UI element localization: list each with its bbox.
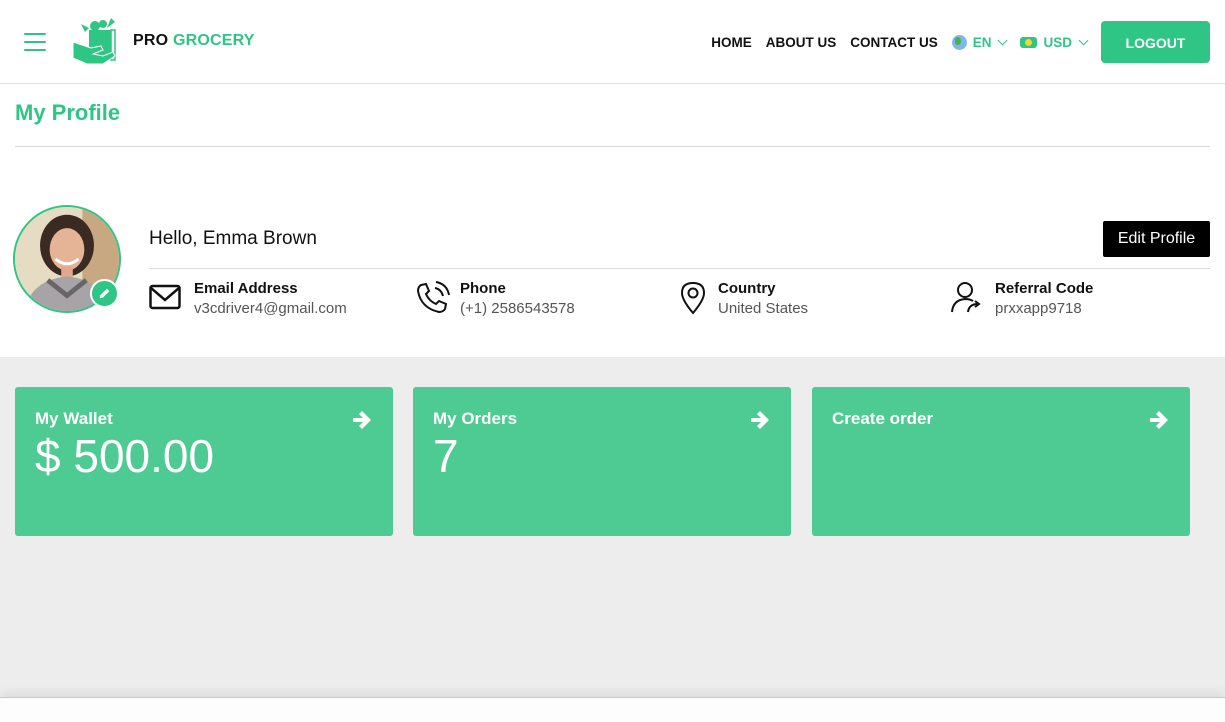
info-phone: Phone (+1) 2586543578 — [415, 280, 575, 320]
currency-value: USD — [1043, 34, 1072, 50]
create-order-card[interactable]: Create order — [812, 387, 1190, 536]
profile-greeting: Hello, Emma Brown — [149, 228, 317, 249]
location-pin-icon — [680, 281, 706, 315]
edit-profile-button[interactable]: Edit Profile — [1103, 221, 1210, 257]
header: PRO GROCERY HOME ABOUT US CONTACT US EN … — [0, 0, 1225, 84]
card-title: My Orders — [433, 409, 518, 428]
logo-text-grocery: GROCERY — [172, 32, 255, 49]
language-value: EN — [972, 34, 992, 50]
grocery-bag-hand-icon — [73, 18, 116, 65]
phone-icon — [416, 281, 450, 314]
logo[interactable]: PRO GROCERY — [73, 15, 255, 67]
wallet-card[interactable]: My Wallet $ 500.00 — [15, 387, 393, 536]
main-nav: HOME ABOUT US CONTACT US EN USD LOGOUT — [711, 0, 1225, 84]
cash-icon — [1020, 36, 1038, 48]
card-title: Create order — [832, 409, 934, 428]
nav-contact-us[interactable]: CONTACT US — [850, 35, 938, 50]
info-value: v3cdriver4@gmail.com — [194, 300, 347, 317]
globe-icon — [951, 34, 967, 50]
info-value: (+1) 2586543578 — [460, 300, 575, 317]
info-referral-code: Referral Code prxxapp9718 — [950, 280, 1093, 320]
arrow-right-icon[interactable] — [749, 409, 771, 431]
mail-icon — [149, 284, 181, 310]
hamburger-menu-icon[interactable] — [24, 33, 46, 51]
page-title: My Profile — [15, 100, 121, 125]
card-value: 7 — [433, 430, 459, 482]
info-email: Email Address v3cdriver4@gmail.com — [149, 280, 347, 320]
info-label: Country — [718, 280, 776, 297]
info-country: Country United States — [673, 280, 808, 320]
logout-button[interactable]: LOGOUT — [1101, 21, 1210, 63]
info-label: Email Address — [194, 280, 298, 297]
title-divider — [15, 146, 1210, 147]
card-value: $ 500.00 — [35, 430, 215, 482]
card-title: My Wallet — [35, 409, 113, 428]
orders-card[interactable]: My Orders 7 — [413, 387, 791, 536]
footer — [0, 697, 1225, 722]
info-value: United States — [718, 300, 809, 317]
info-value: prxxapp9718 — [995, 300, 1082, 317]
nav-about-us[interactable]: ABOUT US — [766, 35, 837, 50]
logo-text: PRO GROCERY — [133, 32, 255, 50]
logo-text-pro: PRO — [133, 32, 169, 49]
profile-divider — [149, 268, 1210, 269]
language-select[interactable]: EN — [951, 34, 1008, 50]
info-label: Referral Code — [995, 280, 1094, 297]
edit-avatar-button[interactable] — [90, 279, 119, 308]
nav-home[interactable]: HOME — [711, 35, 752, 50]
arrow-right-icon[interactable] — [351, 409, 373, 431]
info-label: Phone — [460, 280, 506, 297]
currency-select[interactable]: USD — [1020, 34, 1089, 50]
dashboard-area: My Wallet $ 500.00 My Orders 7 Create or… — [0, 357, 1225, 697]
pencil-icon — [99, 288, 110, 299]
chevron-down-icon — [998, 35, 1008, 45]
chevron-down-icon — [1078, 35, 1089, 45]
user-share-icon — [951, 282, 981, 313]
arrow-right-icon[interactable] — [1148, 409, 1170, 431]
